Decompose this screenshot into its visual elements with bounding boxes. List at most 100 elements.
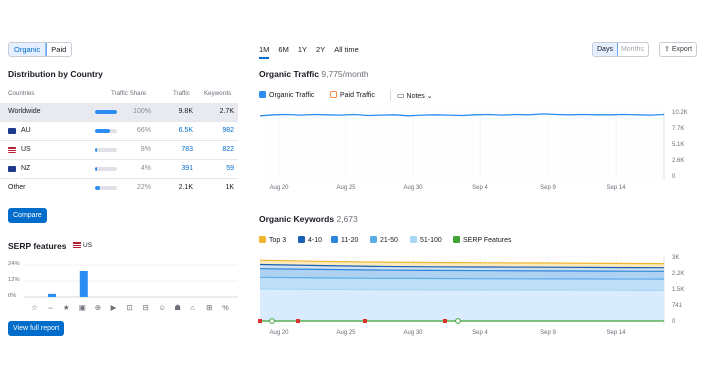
serp-feature-icon[interactable]: ⊟ — [142, 303, 148, 312]
update-marker[interactable] — [296, 319, 300, 323]
share-value: 66% — [136, 127, 151, 134]
serp-feature-icon[interactable]: % — [222, 303, 229, 312]
organic-traffic-label: Organic Traffic — [259, 69, 319, 79]
table-row-worldwide[interactable]: Worldwide 100% 9.8K 2.7K — [0, 103, 238, 122]
serp-feature-icon[interactable]: ☆ — [31, 303, 38, 312]
keywords-value[interactable]: 59 — [226, 165, 234, 172]
legend-label: Paid Traffic — [340, 92, 375, 99]
share-bar — [95, 167, 117, 171]
legend-organic-traffic[interactable]: Organic Traffic — [259, 91, 314, 99]
days-button[interactable]: Days — [592, 43, 618, 56]
table-row-nz[interactable]: NZ 4% 391 59 — [0, 160, 238, 179]
legend-label: 21-50 — [380, 237, 398, 244]
update-marker[interactable] — [363, 319, 367, 323]
keywords-xtick-label: Sep 4 — [472, 330, 488, 336]
keywords-xtick-label: Aug 25 — [336, 330, 356, 336]
serp-feature-icon[interactable]: ▶ — [111, 303, 117, 312]
export-label: Export — [671, 46, 693, 53]
share-value: 22% — [136, 184, 151, 191]
serp-feature-icon[interactable]: ⊡ — [127, 303, 133, 312]
legend-label: 4-10 — [308, 237, 323, 244]
share-bar — [95, 186, 117, 190]
legend-51-100[interactable]: 51-100 — [410, 236, 442, 244]
table-row-au[interactable]: AU 66% 6.5K 982 — [0, 122, 238, 141]
keywords-value: 1K — [225, 184, 234, 191]
keywords-value[interactable]: 822 — [222, 146, 234, 153]
tab-1m[interactable]: 1M — [259, 45, 270, 59]
organic-traffic-line — [259, 113, 665, 117]
keywords-xtick-label: Sep 14 — [606, 330, 626, 336]
serp-features-chart — [24, 264, 238, 298]
notes-dropdown[interactable]: ▭ Notes ⌄ — [397, 91, 433, 100]
serp-features-title: SERP features — [8, 241, 67, 251]
organic-tab[interactable]: Organic — [9, 43, 48, 56]
traffic-xtick-label: Sep 14 — [606, 185, 626, 191]
serp-feature-icon[interactable]: ⇔ — [47, 303, 55, 312]
serp-ytick: 24% — [8, 261, 20, 267]
share-bar — [95, 148, 117, 152]
paid-tab[interactable]: Paid — [46, 43, 71, 56]
checkbox-checked-icon — [453, 236, 460, 243]
table-row-other: Other 22% 2.1K 1K — [0, 179, 238, 198]
legend-serp-features[interactable]: SERP Features — [453, 236, 512, 244]
serp-feature-icon[interactable]: ☺ — [158, 303, 166, 312]
tab-all-time[interactable]: All time — [334, 45, 359, 54]
legend-paid-traffic[interactable]: Paid Traffic — [330, 91, 375, 99]
serp-feature-icon[interactable]: ☗ — [174, 303, 181, 312]
legend-label: 51-100 — [420, 237, 442, 244]
organic-keywords-chart: 3K 2.2K 1.5K 741 0 Aug 20 Aug 25 Aug 30 Sep 4 Sep… — [258, 255, 684, 336]
legend-11-20[interactable]: 11-20 — [331, 236, 358, 244]
us-flag-icon — [73, 242, 81, 248]
view-full-report-button[interactable]: View full report — [8, 321, 65, 336]
share-value: 100% — [133, 108, 151, 115]
keywords-value[interactable]: 982 — [222, 127, 234, 134]
traffic-xtick-label: Aug 20 — [269, 185, 289, 191]
export-icon: ⇪ — [664, 46, 670, 53]
organic-keywords-label: Organic Keywords — [259, 214, 335, 224]
serp-feature-icon[interactable]: ★ — [63, 303, 70, 312]
serp-feature-icon[interactable]: ⊞ — [206, 303, 212, 312]
checkbox-checked-icon — [370, 236, 377, 243]
legend-4-10[interactable]: 4-10 — [298, 236, 322, 244]
legend-top-3[interactable]: Top 3 — [259, 236, 286, 244]
google-marker[interactable] — [269, 318, 275, 324]
granularity-toggle: Days Months — [592, 42, 649, 57]
country-name: AU — [21, 127, 31, 134]
checkbox-checked-icon — [298, 236, 305, 243]
update-marker[interactable] — [258, 319, 262, 323]
traffic-value[interactable]: 6.5K — [179, 127, 193, 134]
tab-2y[interactable]: 2Y — [316, 45, 325, 54]
col-traffic-share: Traffic Share — [111, 90, 147, 97]
traffic-xtick-label: Sep 9 — [540, 185, 556, 191]
serp-ytick: 12% — [8, 277, 20, 283]
country-name: Worldwide — [8, 108, 41, 115]
compare-button[interactable]: Compare — [8, 208, 47, 223]
export-button[interactable]: ⇪ Export — [659, 42, 698, 57]
serp-feature-icon[interactable]: ⊕ — [95, 303, 101, 312]
serp-feature-icon[interactable]: ▣ — [79, 303, 86, 312]
traffic-ytick-label: 5.1K — [672, 142, 684, 148]
table-row-us[interactable]: US 8% 783 822 — [0, 141, 238, 160]
checkbox-checked-icon — [331, 236, 338, 243]
keywords-ytick-label: 1.5K — [672, 287, 684, 293]
google-marker[interactable] — [455, 318, 461, 324]
serp-bar — [47, 293, 56, 297]
update-marker[interactable] — [443, 319, 447, 323]
organic-traffic-value: 9,775/month — [321, 69, 369, 79]
legend-divider — [390, 89, 391, 101]
tab-6m[interactable]: 6M — [278, 45, 288, 54]
tab-1y[interactable]: 1Y — [298, 45, 307, 54]
months-button[interactable]: Months — [617, 43, 648, 56]
traffic-ytick-label: 2.6K — [672, 158, 684, 164]
traffic-value[interactable]: 391 — [181, 165, 193, 172]
keywords-ytick-label: 741 — [672, 303, 683, 309]
legend-21-50[interactable]: 21-50 — [370, 236, 398, 244]
traffic-ytick-label: 7.7K — [672, 126, 684, 132]
serp-feature-icon[interactable]: ⌂ — [190, 303, 195, 312]
traffic-value[interactable]: 783 — [181, 146, 193, 153]
traffic-xtick-label: Aug 30 — [403, 185, 423, 191]
organic-traffic-title: Organic Traffic 9,775/month — [259, 69, 369, 79]
share-value: 4% — [140, 165, 151, 172]
keywords-xtick-label: Sep 9 — [540, 330, 556, 336]
keywords-ytick-label: 3K — [672, 255, 679, 261]
